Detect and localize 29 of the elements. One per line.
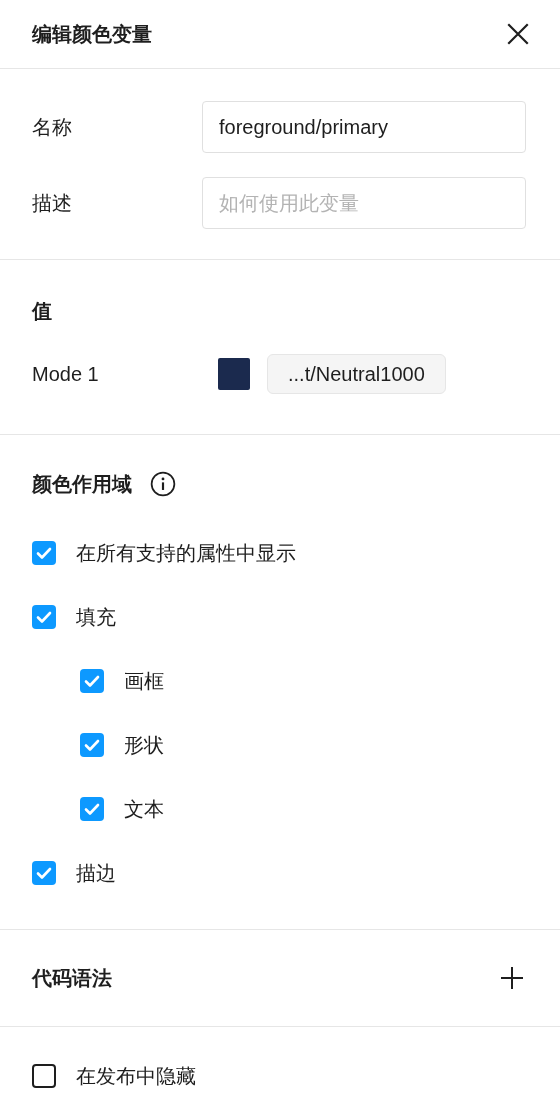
checkbox[interactable] — [32, 1064, 56, 1088]
input-field[interactable]: 如何使用此变量 — [202, 177, 526, 229]
panel-title: 编辑颜色变量 — [32, 22, 152, 47]
checkbox[interactable] — [80, 733, 104, 757]
checkbox[interactable] — [32, 605, 56, 629]
checkbox[interactable] — [32, 861, 56, 885]
checkbox-label: 在发布中隐藏 — [76, 1064, 196, 1089]
section-title: 值 — [32, 299, 53, 324]
plus-icon — [500, 966, 524, 990]
checkbox-label: 填充 — [76, 605, 116, 630]
checkbox[interactable] — [80, 797, 104, 821]
checkbox-label: 在所有支持的属性中显示 — [76, 541, 296, 566]
checkbox-label: 描边 — [76, 861, 116, 886]
checkbox-label: 文本 — [124, 797, 164, 822]
input-field[interactable]: foreground/primary — [202, 101, 526, 153]
info-icon[interactable] — [150, 471, 176, 497]
field-label: 名称 — [32, 115, 73, 140]
checkbox-label: 形状 — [124, 733, 164, 758]
checkbox[interactable] — [32, 541, 56, 565]
section-title: 颜色作用域 — [32, 472, 132, 497]
color-swatch[interactable] — [218, 358, 250, 390]
field-label: 描述 — [32, 191, 73, 216]
add-button[interactable] — [498, 964, 526, 992]
section-title: 代码语法 — [32, 966, 112, 991]
variable-value-pill[interactable]: ...t/Neutral1000 — [267, 354, 446, 394]
checkbox-label: 画框 — [124, 669, 164, 694]
close-icon — [505, 21, 531, 47]
checkbox[interactable] — [80, 669, 104, 693]
mode-label: Mode 1 — [32, 362, 100, 387]
